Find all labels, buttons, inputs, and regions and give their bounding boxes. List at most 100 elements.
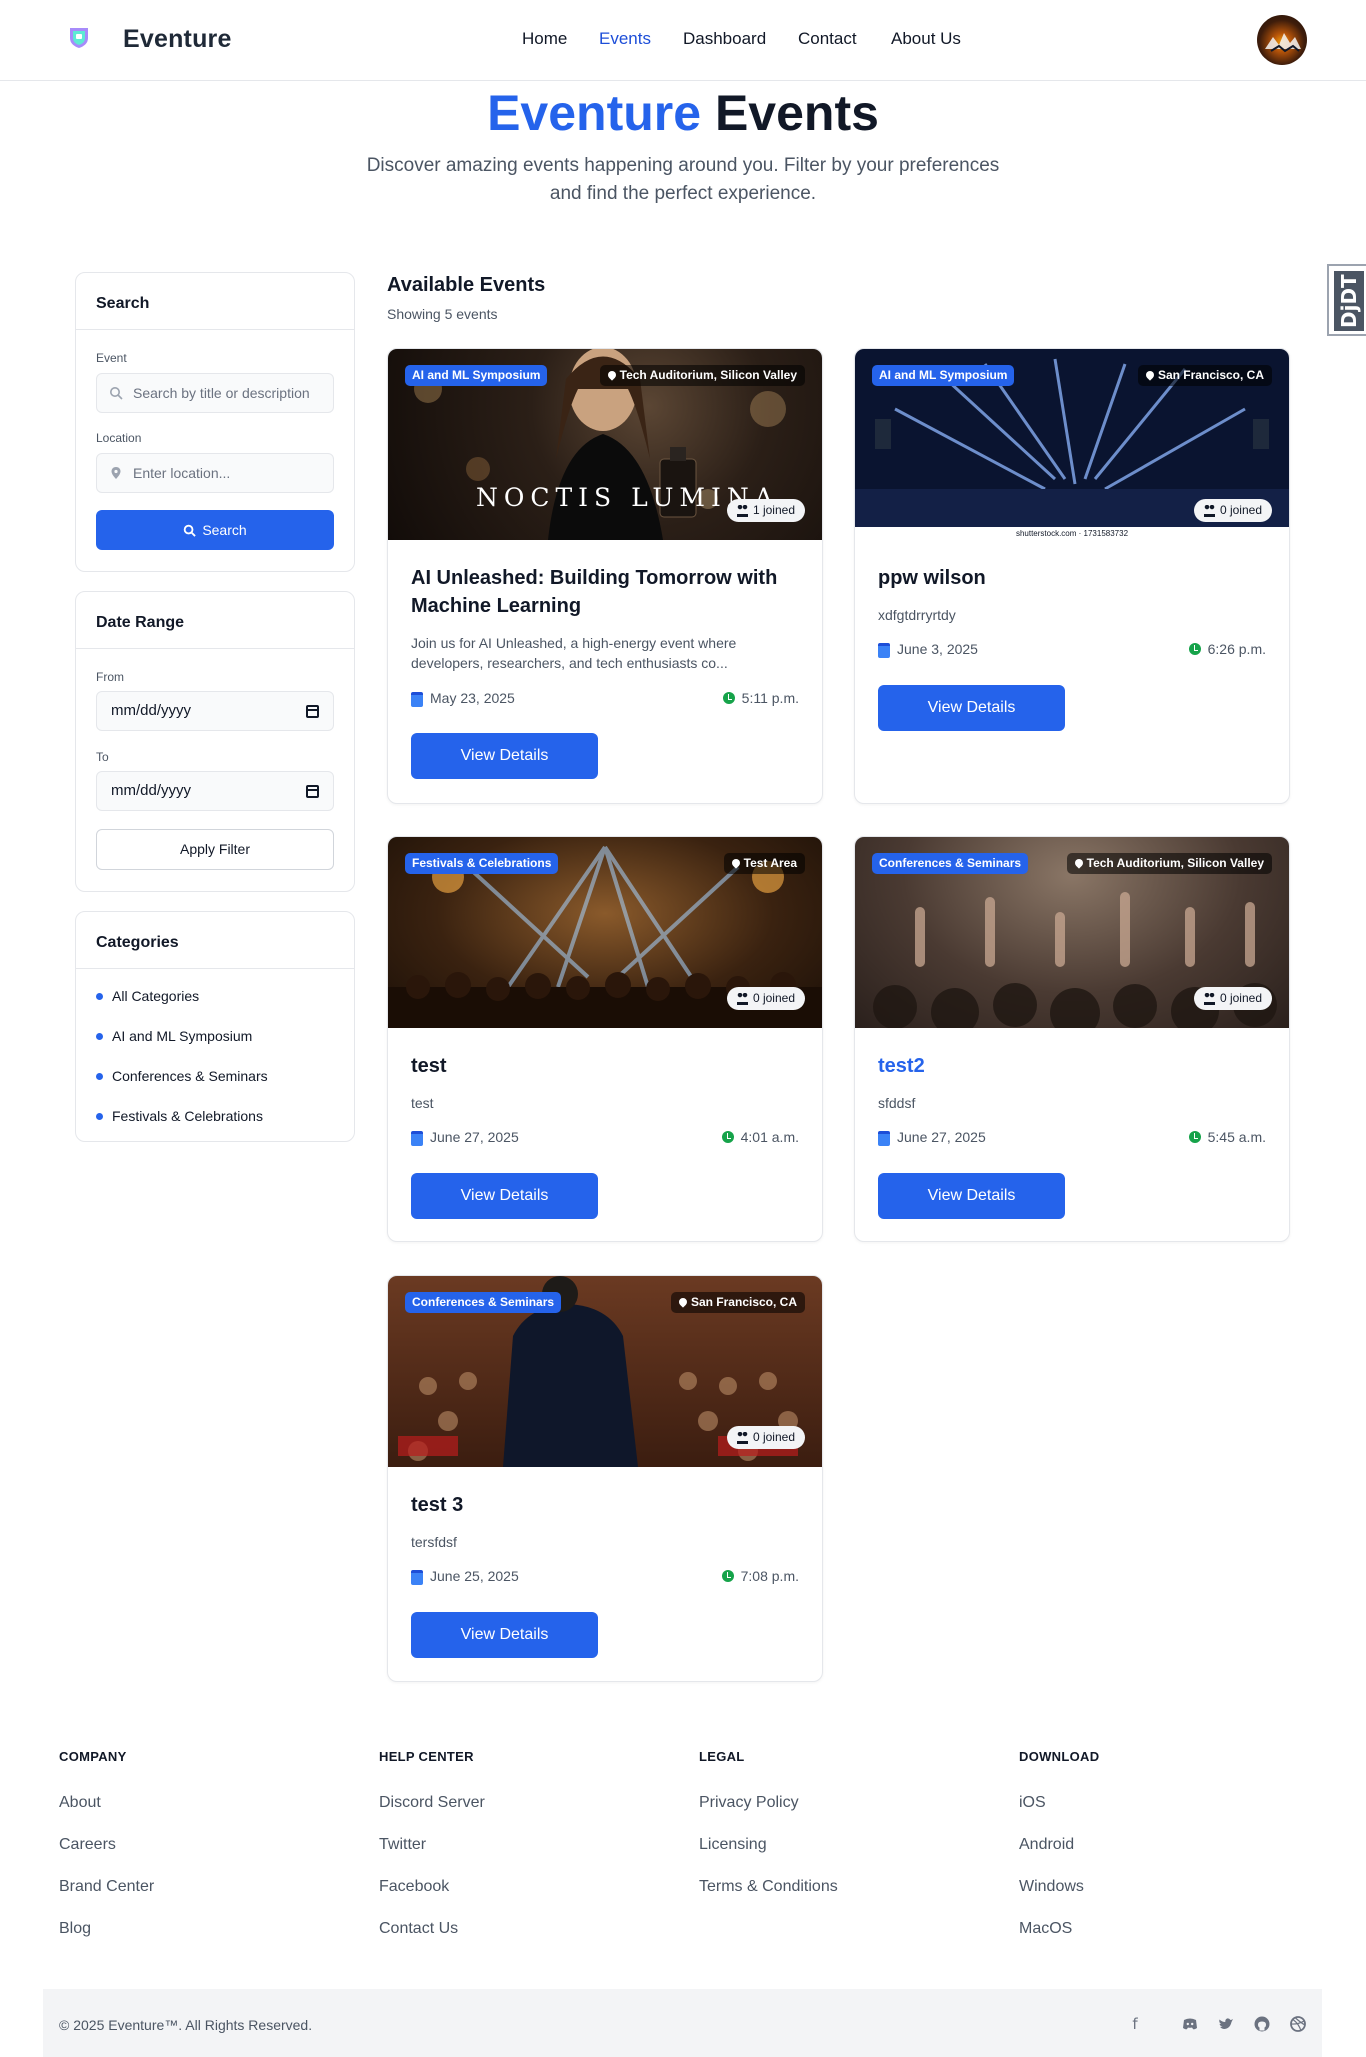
category-badge: Festivals & Celebrations	[405, 853, 559, 874]
joined-count-badge: 0 joined	[1193, 987, 1272, 1010]
search-button[interactable]: Search	[96, 510, 334, 550]
search-panel-title: Search	[96, 295, 150, 312]
dribbble-icon[interactable]	[1289, 2015, 1307, 2033]
github-icon[interactable]	[1253, 2015, 1271, 2033]
divider	[76, 648, 354, 649]
event-description: xdfgtdrryrtdy	[878, 607, 956, 623]
footer-heading-company: COMPANY	[59, 1749, 127, 1764]
event-card[interactable]: shutterstock.com · 1731583732 AI and ML …	[854, 348, 1290, 804]
view-details-button[interactable]: View Details	[411, 1612, 598, 1658]
event-title[interactable]: test	[411, 1052, 447, 1080]
event-card[interactable]: Conferences & Seminars San Francisco, CA…	[387, 1275, 823, 1682]
event-date: May 23, 2025	[411, 690, 515, 707]
event-description-line1: Join us for AI Unleashed, a high-energy …	[411, 635, 737, 651]
page-subtitle-line2: and find the perfect experience.	[549, 183, 817, 204]
footer-link-twitter[interactable]: Twitter	[379, 1836, 426, 1854]
search-icon	[110, 387, 123, 400]
categories-title: Categories	[96, 934, 179, 951]
calendar-icon[interactable]	[306, 785, 319, 798]
view-details-button[interactable]: View Details	[878, 1173, 1065, 1219]
facebook-icon[interactable]: f	[1126, 2015, 1144, 2033]
footer-link-blog[interactable]: Blog	[59, 1920, 91, 1938]
divider	[76, 968, 354, 969]
event-card[interactable]: NOCTIS LUMINA AI and ML Symposium Tech A…	[387, 348, 823, 804]
event-image: shutterstock.com · 1731583732 AI and ML …	[855, 349, 1289, 540]
footer-link-brand-center[interactable]: Brand Center	[59, 1878, 154, 1896]
view-details-button[interactable]: View Details	[878, 685, 1065, 731]
search-panel: Search Event Search by title or descript…	[75, 272, 355, 572]
footer-heading-legal: LEGAL	[699, 1749, 745, 1764]
footer-link-contact-us[interactable]: Contact Us	[379, 1920, 458, 1938]
footer-link-terms[interactable]: Terms & Conditions	[699, 1878, 838, 1896]
event-date: June 25, 2025	[411, 1568, 519, 1585]
event-card[interactable]: Conferences & Seminars Tech Auditorium, …	[854, 836, 1290, 1242]
event-search-input[interactable]: Search by title or description	[96, 373, 334, 413]
footer-link-about[interactable]: About	[59, 1794, 101, 1812]
event-description: sfddsf	[878, 1095, 916, 1111]
category-conferences[interactable]: Conferences & Seminars	[96, 1068, 268, 1084]
event-title[interactable]: ppw wilson	[878, 564, 986, 592]
nav-home[interactable]: Home	[522, 29, 567, 49]
user-avatar[interactable]	[1257, 15, 1307, 65]
event-card[interactable]: Festivals & Celebrations Test Area 0 joi…	[387, 836, 823, 1242]
image-watermark: shutterstock.com · 1731583732	[1015, 529, 1129, 538]
location-badge: Tech Auditorium, Silicon Valley	[599, 365, 805, 386]
logo-icon[interactable]	[66, 24, 92, 50]
event-description: Join us for AI Unleashed, a high-energy …	[411, 633, 801, 673]
location-pin-icon	[111, 467, 121, 479]
location-badge: Tech Auditorium, Silicon Valley	[1066, 853, 1272, 874]
footer-link-privacy-policy[interactable]: Privacy Policy	[699, 1794, 799, 1812]
debug-toolbar-toggle[interactable]: DjDT	[1327, 264, 1366, 336]
apply-filter-button[interactable]: Apply Filter	[96, 829, 334, 870]
event-image: Conferences & Seminars San Francisco, CA…	[388, 1276, 822, 1467]
event-date: June 27, 2025	[411, 1129, 519, 1146]
footer-link-discord[interactable]: Discord Server	[379, 1794, 485, 1812]
to-date-input[interactable]: mm/dd/yyyy	[96, 771, 334, 811]
view-details-button[interactable]: View Details	[411, 1173, 598, 1219]
event-description: test	[411, 1095, 434, 1111]
joined-count-badge: 0 joined	[1193, 499, 1272, 522]
footer-link-careers[interactable]: Careers	[59, 1836, 116, 1854]
page-title: Eventure Events	[0, 84, 1366, 142]
nav-contact[interactable]: Contact	[798, 29, 857, 49]
nav-events[interactable]: Events	[599, 29, 651, 49]
search-icon	[184, 524, 197, 537]
brand-name[interactable]: Eventure	[123, 25, 232, 54]
location-badge: San Francisco, CA	[1137, 365, 1272, 386]
location-placeholder: Enter location...	[133, 465, 231, 481]
event-image: Conferences & Seminars Tech Auditorium, …	[855, 837, 1289, 1028]
from-date-input[interactable]: mm/dd/yyyy	[96, 691, 334, 731]
footer-link-android[interactable]: Android	[1019, 1836, 1074, 1854]
event-time: 5:45 a.m.	[1188, 1129, 1266, 1145]
category-badge: Conferences & Seminars	[872, 853, 1029, 874]
footer-link-ios[interactable]: iOS	[1019, 1794, 1046, 1812]
twitter-icon[interactable]	[1217, 2015, 1235, 2033]
event-time: 6:26 p.m.	[1188, 641, 1266, 657]
nav-dashboard[interactable]: Dashboard	[683, 29, 766, 49]
to-date-value: mm/dd/yyyy	[111, 782, 192, 799]
calendar-icon[interactable]	[306, 705, 319, 718]
from-label: From	[96, 670, 124, 684]
footer-link-windows[interactable]: Windows	[1019, 1878, 1084, 1896]
event-title[interactable]: test 3	[411, 1491, 463, 1519]
category-festivals[interactable]: Festivals & Celebrations	[96, 1108, 263, 1124]
event-title[interactable]: AI Unleashed: Building Tomorrow with Mac…	[411, 564, 777, 620]
event-title[interactable]: test2	[878, 1052, 925, 1080]
footer-link-facebook[interactable]: Facebook	[379, 1878, 449, 1896]
view-details-button[interactable]: View Details	[411, 733, 598, 779]
discord-icon[interactable]	[1181, 2015, 1199, 2033]
nav-about-us[interactable]: About Us	[891, 29, 961, 49]
location-input[interactable]: Enter location...	[96, 453, 334, 493]
event-date: June 3, 2025	[878, 641, 978, 658]
footer-bottom-bar: © 2025 Eventure™. All Rights Reserved. f	[43, 1989, 1322, 2057]
to-label: To	[96, 750, 109, 764]
event-search-placeholder: Search by title or description	[133, 385, 310, 401]
page-title-accent: Eventure	[487, 85, 702, 141]
footer-link-macos[interactable]: MacOS	[1019, 1920, 1072, 1938]
page-subtitle: Discover amazing events happening around…	[360, 152, 1006, 208]
event-image: Festivals & Celebrations Test Area 0 joi…	[388, 837, 822, 1028]
category-ai-ml[interactable]: AI and ML Symposium	[96, 1028, 252, 1044]
footer-link-licensing[interactable]: Licensing	[699, 1836, 767, 1854]
category-all[interactable]: All Categories	[96, 988, 199, 1004]
event-title-line2: Machine Learning	[411, 595, 582, 617]
